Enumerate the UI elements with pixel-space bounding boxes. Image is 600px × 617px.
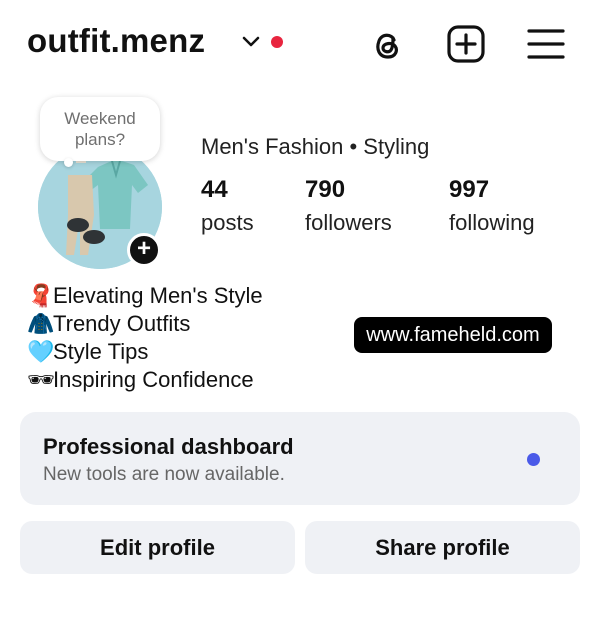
new-post-icon[interactable] xyxy=(446,24,486,64)
menu-icon[interactable] xyxy=(526,24,566,64)
followers-count: 790 xyxy=(305,176,346,203)
share-profile-button[interactable]: Share profile xyxy=(305,521,580,574)
top-bar: outfit.menz xyxy=(0,0,600,90)
posts-label: posts xyxy=(201,210,254,235)
sunglasses-emoji: 🕶 xyxy=(27,367,55,392)
followers-label: followers xyxy=(305,210,392,235)
following-label: following xyxy=(449,210,535,235)
bio-line-text: Trendy Outfits xyxy=(53,311,191,336)
following-count: 997 xyxy=(449,176,490,203)
notification-dot xyxy=(271,36,283,48)
stat-followers[interactable]: 790 followers xyxy=(305,176,392,236)
chevron-down-icon[interactable] xyxy=(240,34,262,50)
heart-emoji: 🩵 xyxy=(27,339,55,364)
profile-category: Men's Fashion • Styling xyxy=(201,134,430,159)
stat-following[interactable]: 997 following xyxy=(449,176,535,236)
scarf-emoji: 🧣 xyxy=(27,283,55,308)
professional-dashboard[interactable]: Professional dashboard New tools are now… xyxy=(20,412,580,505)
bio: 🧣Elevating Men's Style 🧥Trendy Outfits 🩵… xyxy=(27,282,263,394)
edit-profile-button[interactable]: Edit profile xyxy=(20,521,295,574)
stat-posts[interactable]: 44 posts xyxy=(201,176,254,236)
dashboard-subtitle: New tools are now available. xyxy=(43,464,285,485)
note-bubble-tail xyxy=(64,158,73,167)
bio-line-text: Elevating Men's Style xyxy=(53,283,263,308)
dashboard-title: Professional dashboard xyxy=(43,434,294,459)
posts-count: 44 xyxy=(201,176,228,203)
bio-line: 🩵Style Tips xyxy=(27,338,263,366)
bio-line: 🧣Elevating Men's Style xyxy=(27,282,263,310)
bio-line-text: Inspiring Confidence xyxy=(53,367,254,392)
website-link[interactable]: www.fameheld.com xyxy=(354,317,552,353)
coat-emoji: 🧥 xyxy=(27,311,55,336)
add-story-button[interactable]: + xyxy=(127,233,161,267)
bio-line: 🕶Inspiring Confidence xyxy=(27,366,263,394)
threads-icon[interactable] xyxy=(367,24,407,64)
bio-line-text: Style Tips xyxy=(53,339,149,364)
new-indicator-dot xyxy=(527,453,540,466)
bio-line: 🧥Trendy Outfits xyxy=(27,310,263,338)
note-bubble[interactable]: Weekend plans? xyxy=(40,97,160,161)
username-title[interactable]: outfit.menz xyxy=(27,22,205,60)
